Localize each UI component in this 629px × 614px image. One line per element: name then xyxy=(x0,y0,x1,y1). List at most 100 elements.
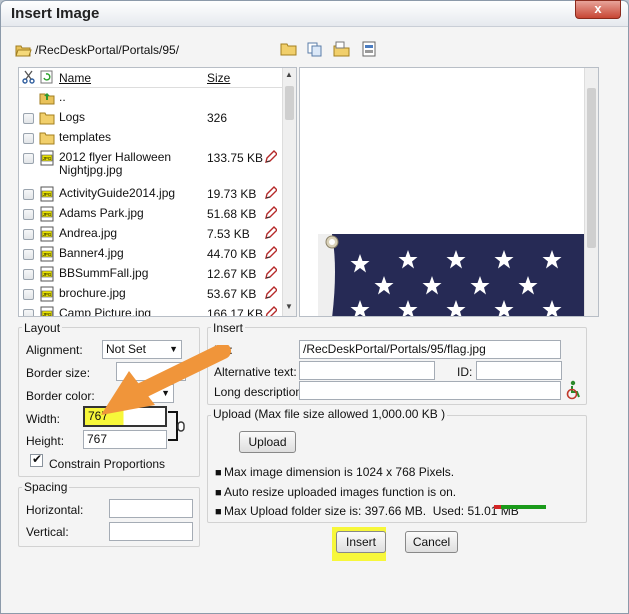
file-name[interactable]: ActivityGuide2014.jpg xyxy=(59,187,207,200)
file-list-scrollbar[interactable]: ▲ ▼ xyxy=(282,68,296,316)
row-checkbox[interactable] xyxy=(23,229,34,240)
jpg-file-icon: JPG xyxy=(40,246,54,262)
properties-icon[interactable] xyxy=(361,41,378,57)
file-row[interactable]: JPG Andrea.jpg 7.53 KB xyxy=(19,225,283,245)
row-checkbox[interactable] xyxy=(23,133,34,144)
folder-row[interactable]: templates xyxy=(19,129,283,149)
alt-text-input[interactable] xyxy=(299,361,435,380)
file-name[interactable]: Camp Picture.jpg xyxy=(59,307,207,317)
scrollbar-thumb[interactable] xyxy=(285,86,294,120)
constrain-proportions-checkbox[interactable]: ✔ xyxy=(30,452,43,467)
refresh-icon[interactable] xyxy=(40,70,53,84)
width-label: Width: xyxy=(26,412,61,426)
row-checkbox[interactable] xyxy=(23,309,34,316)
horizontal-label: Horizontal: xyxy=(26,503,84,517)
file-name[interactable]: Logs xyxy=(59,111,207,124)
row-checkbox[interactable] xyxy=(23,249,34,260)
insert-button[interactable]: Insert xyxy=(336,531,386,553)
id-label: ID: xyxy=(457,365,473,379)
file-name[interactable]: 2012 flyer Halloween Nightjpg.jpg xyxy=(59,151,207,177)
row-checkbox[interactable] xyxy=(23,153,34,164)
size-column-header[interactable]: Size xyxy=(207,71,230,85)
scroll-down-icon[interactable]: ▼ xyxy=(285,302,293,311)
vertical-spacing-input[interactable] xyxy=(109,522,193,541)
image-preview xyxy=(299,67,599,317)
file-size: 326 xyxy=(207,111,228,125)
spacing-legend: Spacing xyxy=(22,480,70,494)
file-list-header: Name Size xyxy=(19,68,283,88)
file-row[interactable]: JPG Camp Picture.jpg 166.17 KB xyxy=(19,305,283,317)
preview-scrollbar-thumb[interactable] xyxy=(587,88,596,248)
row-checkbox[interactable] xyxy=(23,209,34,220)
file-row[interactable]: JPG BBSummFall.jpg 12.67 KB xyxy=(19,265,283,285)
row-checkbox[interactable] xyxy=(23,189,34,200)
row-checkbox[interactable] xyxy=(23,113,34,124)
id-input[interactable] xyxy=(476,361,562,380)
new-folder-icon[interactable] xyxy=(280,41,297,57)
edit-pencil-icon[interactable] xyxy=(263,265,277,281)
row-checkbox[interactable] xyxy=(23,289,34,300)
dialog-title: Insert Image xyxy=(11,5,100,22)
file-row[interactable]: JPG Adams Park.jpg 51.68 KB xyxy=(19,205,283,225)
horizontal-spacing-input[interactable] xyxy=(109,499,193,518)
border-color-label: Border color: xyxy=(26,389,95,403)
file-row[interactable]: JPG 2012 flyer Halloween Nightjpg.jpg 133.… xyxy=(19,149,283,183)
cancel-button[interactable]: Cancel xyxy=(405,531,458,553)
row-checkbox[interactable] xyxy=(23,269,34,280)
folder-usage-fill xyxy=(494,505,501,509)
jpg-file-icon: JPG xyxy=(40,266,54,282)
scissors-icon[interactable] xyxy=(22,70,35,84)
insert-image-dialog: Insert Image x /RecDeskPortal/Portals/95… xyxy=(0,0,629,614)
edit-pencil-icon[interactable] xyxy=(263,285,277,301)
svg-text:JPG: JPG xyxy=(43,252,52,257)
file-size: 7.53 KB xyxy=(207,227,250,241)
path-toolbar: /RecDeskPortal/Portals/95/ xyxy=(15,41,615,61)
file-name[interactable]: Adams Park.jpg xyxy=(59,207,207,220)
svg-text:JPG: JPG xyxy=(43,312,52,317)
jpg-file-icon: JPG xyxy=(40,306,54,317)
folder-row[interactable]: Logs 326 xyxy=(19,109,283,129)
folder-icon xyxy=(39,112,55,125)
jpg-file-icon: JPG xyxy=(40,150,54,166)
jpg-file-icon: JPG xyxy=(40,206,54,222)
copy-icon[interactable] xyxy=(306,41,323,57)
svg-text:JPG: JPG xyxy=(43,232,52,237)
upload-info-resize: Auto resize uploaded images function is … xyxy=(224,485,457,499)
upload-info-dimension: Max image dimension is 1024 x 768 Pixels… xyxy=(224,465,455,479)
edit-pencil-icon[interactable] xyxy=(263,225,277,241)
parent-folder-label: .. xyxy=(59,90,66,104)
url-input[interactable]: /RecDeskPortal/Portals/95/flag.jpg xyxy=(299,340,561,359)
preview-scrollbar[interactable] xyxy=(584,68,598,316)
upload-legend: Upload (Max file size allowed 1,000.00 K… xyxy=(211,407,448,421)
upload-button[interactable]: Upload xyxy=(239,431,296,453)
constrain-proportions-label: Constrain Proportions xyxy=(49,457,166,471)
file-name[interactable]: Andrea.jpg xyxy=(59,227,207,240)
edit-pencil-icon[interactable] xyxy=(263,205,277,221)
close-button[interactable]: x xyxy=(575,0,621,19)
info-bullet-icon: ■ xyxy=(215,506,222,518)
edit-pencil-icon[interactable] xyxy=(263,305,277,317)
file-name[interactable]: brochure.jpg xyxy=(59,287,207,300)
long-description-input[interactable] xyxy=(299,381,561,400)
scroll-up-icon[interactable]: ▲ xyxy=(285,70,293,79)
border-size-label: Border size: xyxy=(26,366,91,380)
accessibility-icon[interactable] xyxy=(564,380,584,400)
name-column-header[interactable]: Name xyxy=(59,71,91,85)
parent-folder-row[interactable]: .. xyxy=(19,89,283,109)
file-name[interactable]: BBSummFall.jpg xyxy=(59,267,207,280)
height-input[interactable]: 767 xyxy=(83,430,167,449)
file-size: 12.67 KB xyxy=(207,267,257,281)
file-size: 133.75 KB xyxy=(207,151,264,165)
paste-folder-icon[interactable] xyxy=(333,41,350,57)
file-name[interactable]: Banner4.jpg xyxy=(59,247,207,260)
edit-pencil-icon[interactable] xyxy=(263,245,277,261)
file-row[interactable]: JPG brochure.jpg 53.67 KB xyxy=(19,285,283,305)
edit-pencil-icon[interactable] xyxy=(263,185,277,201)
file-name[interactable]: templates xyxy=(59,131,207,144)
insert-legend: Insert xyxy=(211,321,246,335)
folder-icon xyxy=(39,132,55,145)
file-row[interactable]: JPG ActivityGuide2014.jpg 19.73 KB xyxy=(19,185,283,205)
height-label: Height: xyxy=(26,434,65,448)
edit-pencil-icon[interactable] xyxy=(263,149,277,165)
file-row[interactable]: JPG Banner4.jpg 44.70 KB xyxy=(19,245,283,265)
